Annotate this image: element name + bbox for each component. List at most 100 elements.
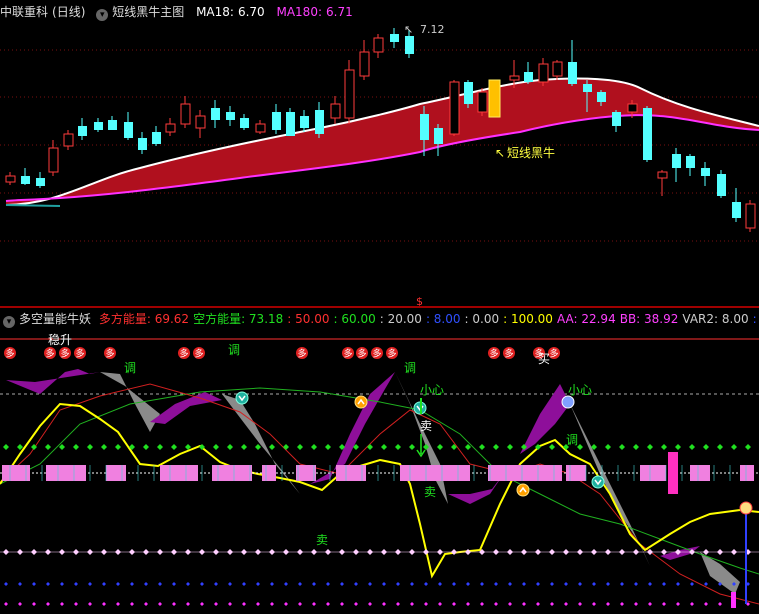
blue-dot [172, 582, 176, 586]
sell-label: 卖 [420, 419, 432, 433]
green-dot [213, 444, 219, 450]
blue-dot [690, 582, 694, 586]
candle [255, 120, 266, 134]
sell-label: 卖 [424, 485, 436, 499]
blue-dot [200, 582, 204, 586]
pink-block [336, 465, 366, 481]
yellow-line [0, 402, 759, 579]
energy-bands [6, 369, 740, 594]
svg-text:多: 多 [6, 348, 15, 360]
candle [568, 40, 577, 86]
green-dot [255, 444, 261, 450]
pink-block [262, 465, 276, 481]
duo-signal-icon: 多 [296, 347, 308, 360]
buy-label: 买 [538, 352, 550, 366]
magenta-dot [270, 602, 274, 606]
green-dot [143, 444, 149, 450]
magenta-dot [228, 602, 232, 606]
svg-text:多: 多 [388, 348, 397, 360]
sub-indicator-chart[interactable]: 多多多多多多多多多多多多多多多多稳升调调 调买小心 小心卖调卖卖 [0, 314, 759, 614]
blue-dot [60, 582, 64, 586]
blue-dot [214, 582, 218, 586]
blue-dot [578, 582, 582, 586]
candle [373, 34, 384, 58]
blue-dot [368, 582, 372, 586]
blue-dot [4, 582, 8, 586]
magenta-dot [578, 602, 582, 606]
candle [701, 162, 710, 186]
green-dot [283, 444, 289, 450]
blue-dot [116, 582, 120, 586]
main-price-chart[interactable]: ↖ 7.12 ↖ 短线黑牛 $ [0, 0, 759, 312]
candle [745, 200, 756, 232]
candle [63, 130, 74, 150]
blue-dot [354, 582, 358, 586]
green-dot [269, 444, 275, 450]
pink-block [46, 465, 86, 481]
candle [180, 96, 191, 128]
blue-dot [340, 582, 344, 586]
green-dot [367, 444, 373, 450]
svg-text:多: 多 [550, 348, 559, 360]
duo-signal-icon: 多 [356, 347, 368, 360]
svg-text:多: 多 [106, 348, 115, 360]
high-price-arrow: ↖ [404, 23, 413, 36]
magenta-dot [606, 602, 610, 606]
blue-dot [592, 582, 596, 586]
candle [359, 40, 370, 80]
green-dot [731, 444, 737, 450]
blue-dot [480, 582, 484, 586]
ribbon-label: 短线黑牛 [507, 145, 555, 160]
green-dot [87, 444, 93, 450]
candle [538, 58, 549, 86]
blue-ball-icon [561, 395, 575, 409]
magenta-dot [396, 602, 400, 606]
candle [643, 106, 652, 162]
candle [449, 80, 460, 136]
magenta-dot [452, 602, 456, 606]
candle [152, 126, 161, 146]
candle [390, 28, 399, 48]
high-price-label: 7.12 [420, 23, 445, 36]
magenta-dot [130, 602, 134, 606]
pink-block [640, 465, 666, 481]
magenta-dot [312, 602, 316, 606]
magenta-dot [158, 602, 162, 606]
pink-block [566, 465, 586, 481]
duo-signal-icon: 多 [371, 347, 383, 360]
blue-dot [634, 582, 638, 586]
magenta-dot [620, 602, 624, 606]
magenta-dot [424, 602, 428, 606]
tiao-label: 调 [404, 361, 416, 375]
blue-dot [620, 582, 624, 586]
magenta-dot [662, 602, 666, 606]
duo-signal-icon: 多 [4, 347, 16, 360]
magenta-dot [438, 602, 442, 606]
tiao-label: 调 [228, 343, 240, 357]
magenta-dot [256, 602, 260, 606]
pink-block [690, 465, 710, 481]
candle [165, 118, 176, 136]
magenta-dot [200, 602, 204, 606]
blue-dot [298, 582, 302, 586]
magenta-dot [480, 602, 484, 606]
svg-text:多: 多 [195, 348, 204, 360]
candle [94, 118, 103, 132]
magenta-dot [18, 602, 22, 606]
tiao-label: 调 [566, 433, 578, 447]
blue-dot [284, 582, 288, 586]
green-dot [395, 444, 401, 450]
tiao-label: 调 [124, 361, 136, 375]
blue-dot [648, 582, 652, 586]
candle [464, 80, 473, 108]
blue-dot [312, 582, 316, 586]
magenta-dot [676, 602, 680, 606]
candle [732, 188, 741, 222]
sell-label: 卖 [316, 533, 328, 547]
pink-block [106, 465, 126, 481]
xiao-xin-label: 小心 [420, 383, 444, 397]
candle [300, 110, 309, 132]
magenta-dot [88, 602, 92, 606]
blue-dot [32, 582, 36, 586]
duo-signal-icon: 多 [488, 347, 500, 360]
